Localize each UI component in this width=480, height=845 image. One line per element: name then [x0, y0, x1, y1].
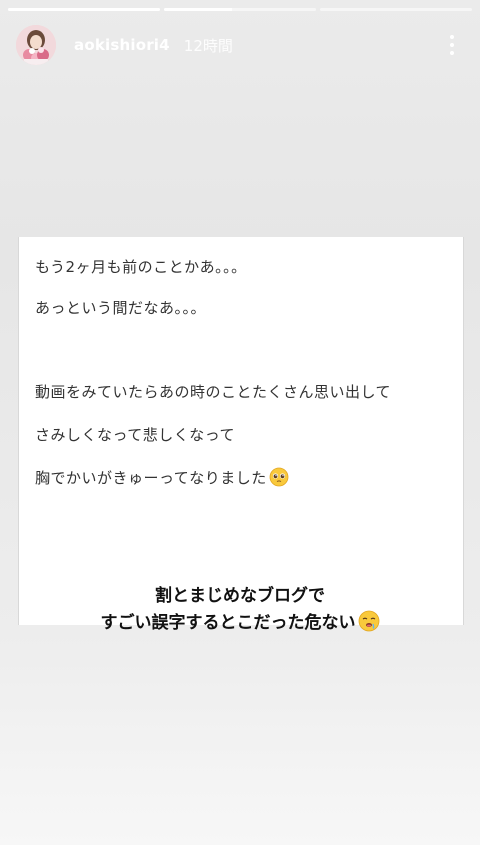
- story-header: aokishiori4 12時間: [16, 24, 464, 66]
- progress-segment-fill: [164, 8, 233, 11]
- story-progress-bar: [8, 8, 472, 11]
- blog-text-line: 動画をみていたらあの時のことたくさん思い出して: [35, 383, 392, 401]
- blog-screenshot-card: もう2ヶ月も前のことかあ。。。 あっという間だなあ。。。 動画をみていたらあの時…: [18, 237, 464, 625]
- blog-text-line: もう2ヶ月も前のことかあ。。。: [35, 258, 247, 276]
- more-vertical-icon: [450, 35, 454, 39]
- progress-segment: [164, 8, 316, 11]
- progress-segment-fill: [8, 8, 160, 11]
- blog-text-line: あっという間だなあ。。。: [35, 299, 207, 317]
- blog-text-line: 胸でかいがきゅーってなりました: [35, 469, 267, 487]
- more-options-button[interactable]: [440, 30, 464, 60]
- caption-line-with-emoji: すごい誤字するとこだった危ない: [0, 610, 480, 641]
- blog-text-line: さみしくなって悲しくなって: [35, 426, 236, 444]
- blog-text-line-with-emoji: 胸でかいがきゅーってなりました: [35, 467, 289, 491]
- username[interactable]: aokishiori4: [74, 36, 170, 54]
- more-vertical-icon: [450, 51, 454, 55]
- story-viewer[interactable]: aokishiori4 12時間 もう2ヶ月も前のことかあ。。。 あっという間だ…: [0, 0, 480, 845]
- drooling-face-emoji: [358, 610, 380, 641]
- avatar[interactable]: [16, 25, 56, 65]
- post-time: 12時間: [183, 36, 233, 55]
- pleading-face-emoji: [269, 467, 289, 491]
- more-vertical-icon: [450, 43, 454, 47]
- progress-segment: [8, 8, 160, 11]
- caption-line: 割とまじめなブログで: [155, 586, 325, 606]
- avatar-image: [16, 25, 56, 65]
- story-caption: 割とまじめなブログで すごい誤字するとこだった危ない: [0, 583, 480, 641]
- progress-segment: [320, 8, 472, 11]
- caption-line: すごい誤字するとこだった危ない: [100, 613, 356, 633]
